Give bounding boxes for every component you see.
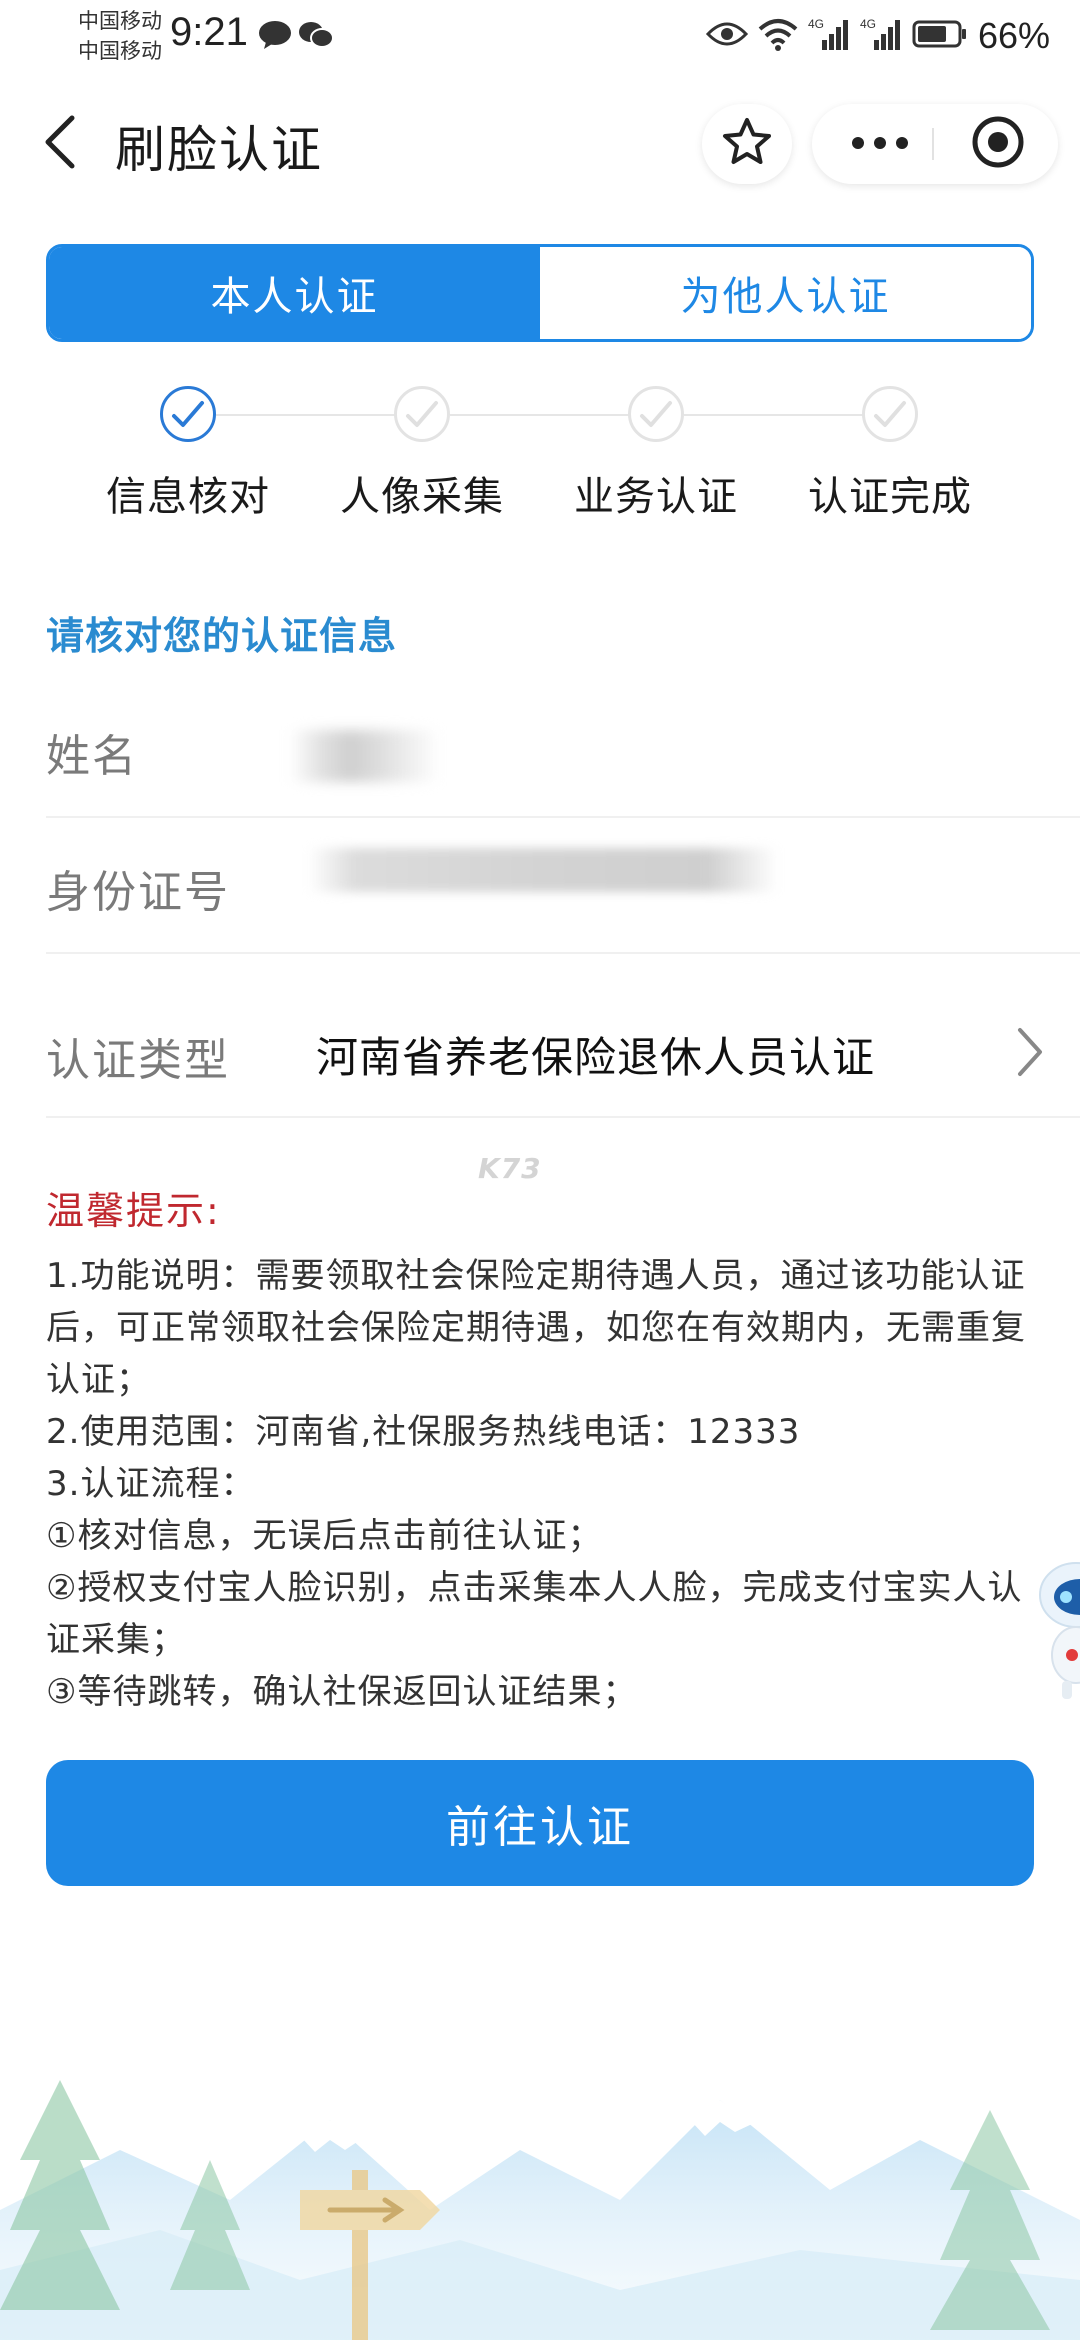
carrier-2: 中国移动 <box>78 39 162 63</box>
step-business-auth: 业务认证 <box>556 380 756 522</box>
close-circle-icon <box>970 114 1026 174</box>
signal-4g-icon: 4G <box>808 16 850 56</box>
more-icon <box>850 135 910 154</box>
assistant-robot-icon[interactable] <box>1032 1555 1080 1705</box>
step-label: 业务认证 <box>574 474 738 520</box>
wechat-icon <box>298 20 334 54</box>
decorative-scenery <box>0 2040 1080 2340</box>
tips-content: 1.功能说明：需要领取社会保险定期待遇人员，通过该功能认证后，可正常领取社会保险… <box>46 1250 1036 1718</box>
type-value: 河南省养老保险退休人员认证 <box>316 1033 876 1082</box>
status-right: 4G 4G 66% <box>705 14 1050 58</box>
auth-type-tabs: 本人认证 为他人认证 <box>46 244 1034 342</box>
check-icon <box>628 386 684 442</box>
carrier-1: 中国移动 <box>78 9 162 33</box>
more-button[interactable] <box>830 104 930 184</box>
tab-others-auth[interactable]: 为他人认证 <box>540 247 1031 339</box>
mini-program-capsule <box>812 104 1058 184</box>
tab-self-auth[interactable]: 本人认证 <box>49 247 540 339</box>
type-label: 认证类型 <box>46 1035 230 1086</box>
check-icon <box>862 386 918 442</box>
auth-type-row[interactable]: 认证类型 河南省养老保险退休人员认证 <box>46 954 1080 1118</box>
tip-line: ③等待跳转，确认社保返回认证结果； <box>46 1672 638 1712</box>
tip-line: 1.功能说明：需要领取社会保险定期待遇人员，通过该功能认证后，可正常领取社会保险… <box>46 1256 1026 1400</box>
id-label: 身份证号 <box>46 867 230 918</box>
name-value-redacted <box>290 730 440 782</box>
svg-text:4G: 4G <box>860 17 876 31</box>
step-label: 人像采集 <box>340 474 504 520</box>
step-info-check: 信息核对 <box>88 380 288 522</box>
close-button[interactable] <box>948 104 1048 184</box>
nav-bar: 刷脸认证 <box>0 72 1080 216</box>
status-time: 9:21 <box>170 10 248 54</box>
name-row: 姓名 <box>46 690 1080 818</box>
battery-icon <box>912 19 968 53</box>
eye-icon <box>705 20 749 52</box>
check-icon <box>160 386 216 442</box>
star-icon <box>721 116 773 172</box>
progress-steps: 信息核对 人像采集 业务认证 认证完成 <box>0 380 1080 530</box>
step-label: 认证完成 <box>808 474 972 520</box>
message-icon <box>258 20 292 54</box>
step-face-capture: 人像采集 <box>322 380 522 522</box>
id-value-redacted <box>308 848 778 892</box>
tip-line: 3.认证流程： <box>46 1464 256 1504</box>
back-chevron-icon <box>42 114 78 174</box>
tip-line: 2.使用范围：河南省,社保服务热线电话：12333 <box>46 1412 801 1452</box>
chevron-right-icon <box>1016 1026 1044 1082</box>
step-label: 信息核对 <box>106 474 270 520</box>
name-label: 姓名 <box>46 731 138 782</box>
step-auth-complete: 认证完成 <box>790 380 990 522</box>
watermark: K73 <box>478 1152 542 1185</box>
section-title: 请核对您的认证信息 <box>46 614 398 658</box>
check-icon <box>394 386 450 442</box>
wifi-icon <box>758 17 798 55</box>
tips-title: 温馨提示: <box>46 1189 221 1233</box>
signal-4g-icon: 4G <box>860 16 902 56</box>
id-row: 身份证号 <box>46 818 1080 954</box>
back-button[interactable] <box>30 112 90 176</box>
favorite-button[interactable] <box>702 104 792 184</box>
battery-percent: 66% <box>977 15 1050 56</box>
go-auth-button[interactable]: 前往认证 <box>46 1760 1034 1886</box>
page-title: 刷脸认证 <box>115 121 323 179</box>
capsule-divider <box>932 128 934 160</box>
tip-line: ①核对信息，无误后点击前往认证； <box>46 1516 603 1556</box>
tip-line: ②授权支付宝人脸识别，点击采集本人人脸，完成支付宝实人认证采集； <box>46 1568 1023 1660</box>
svg-text:4G: 4G <box>808 17 824 31</box>
status-bar: 中国移动 中国移动 9:21 4G 4G 66% <box>0 0 1080 72</box>
